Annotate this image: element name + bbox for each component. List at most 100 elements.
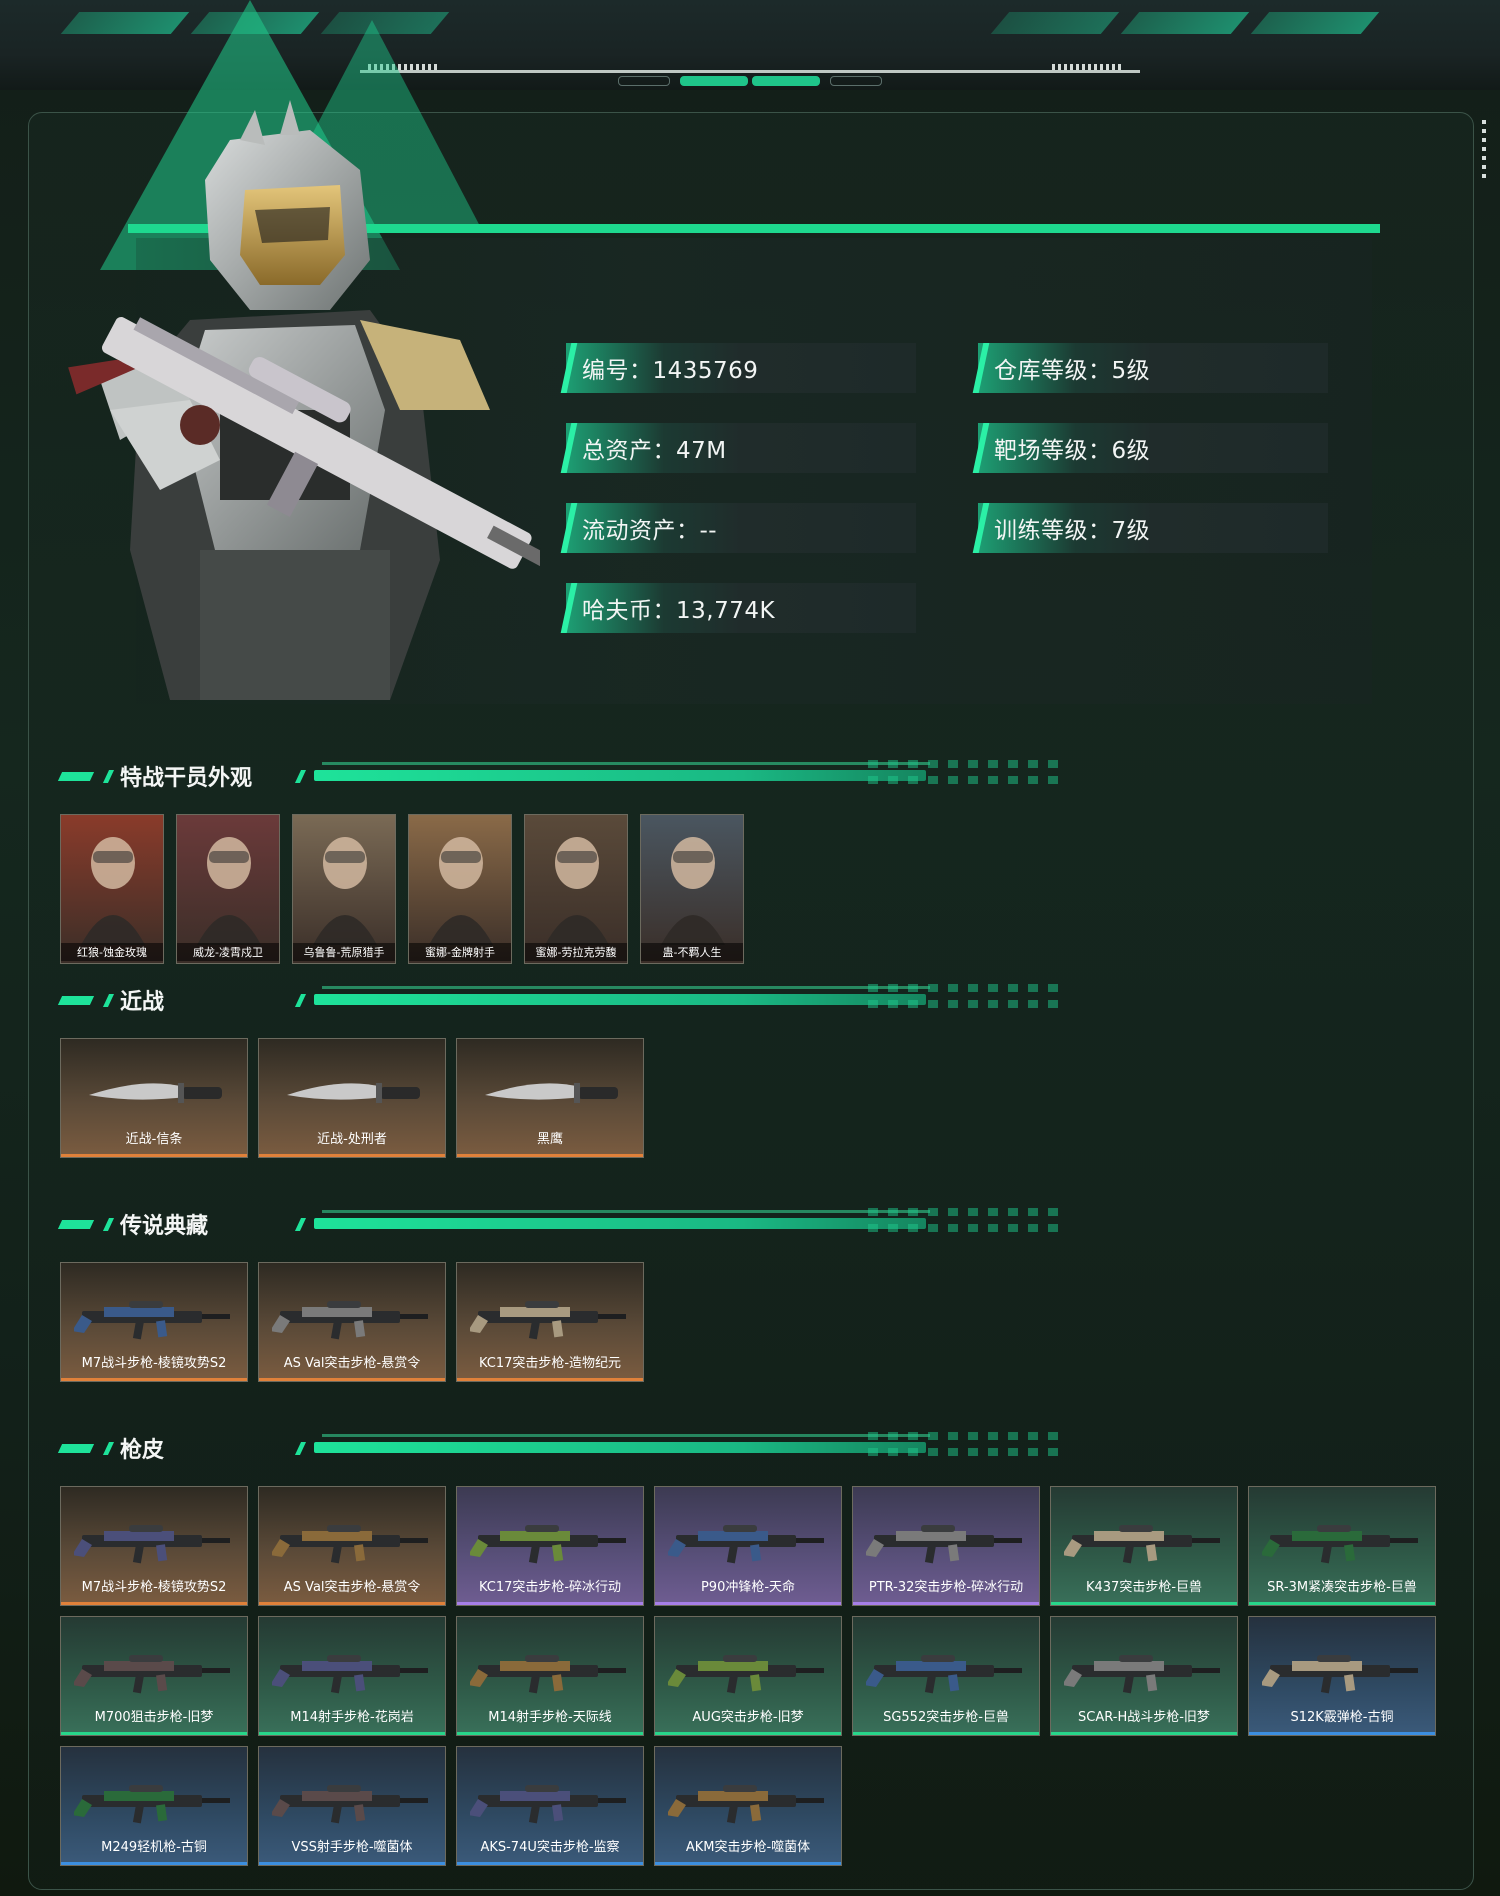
gun-skin-card[interactable]: S12K霰弹枪-古铜: [1248, 1616, 1436, 1736]
knife-image: [89, 1083, 222, 1104]
item-label: K437突击步枪-巨兽: [1085, 1580, 1203, 1595]
legend-card[interactable]: M7战斗步枪-棱镜攻势S2: [60, 1262, 248, 1382]
operator-portrait: [81, 837, 145, 945]
item-label: KC17突击步枪-碎冰行动: [478, 1580, 622, 1595]
stat-training: 训练等级：7级: [978, 503, 1328, 553]
rarity-bar: [259, 1154, 445, 1157]
section-title: 特战干员外观: [120, 766, 253, 791]
stat-warehouse: 仓库等级：5级: [978, 343, 1328, 393]
operator-avatar: [68, 100, 540, 700]
operator-skin-card[interactable]: 威龙-凌霄戍卫: [176, 814, 280, 964]
gun-image: [470, 1785, 626, 1824]
item-label: VSS射手步枪-噬菌体: [291, 1840, 413, 1855]
gun-skin-card[interactable]: P90冲锋枪-天命: [654, 1486, 842, 1606]
item-label: AS Val突击步枪-悬赏令: [283, 1580, 421, 1595]
item-label: M7战斗步枪-棱镜攻势S2: [81, 1356, 227, 1371]
section-header-legend: 传说典藏: [57, 1206, 1066, 1246]
gun-skin-card[interactable]: VSS射手步枪-噬菌体: [258, 1746, 446, 1866]
gun-skin-card[interactable]: M700狙击步枪-旧梦: [60, 1616, 248, 1736]
gun-image: [1064, 1525, 1220, 1564]
stat-liquid: 流动资产：--: [566, 503, 916, 553]
section-title: 传说典藏: [120, 1214, 209, 1239]
operator-portrait: [545, 837, 609, 945]
gun-image: [668, 1655, 824, 1694]
top-pill: [830, 76, 882, 86]
item-label: 乌鲁鲁-荒原猎手: [293, 943, 395, 961]
section-header-skins: 枪皮: [57, 1430, 1066, 1470]
item-label: 近战-信条: [125, 1132, 183, 1147]
item-label: 蛊-不羁人生: [641, 943, 743, 961]
rarity-bar: [61, 1732, 247, 1735]
gun-image: [1262, 1655, 1418, 1694]
rarity-bar: [259, 1862, 445, 1865]
rarity-bar: [457, 1862, 643, 1865]
item-label: 黑鹰: [536, 1132, 563, 1147]
item-label: 蜜娜-劳拉克劳馥: [525, 943, 627, 961]
stat-id-text: 编号：1435769: [582, 358, 759, 384]
legend-card[interactable]: AS Val突击步枪-悬赏令: [258, 1262, 446, 1382]
section-header-melee: 近战: [57, 982, 1066, 1022]
rarity-bar: [1051, 1732, 1237, 1735]
stat-coins-text: 哈夫币：13,774K: [582, 598, 776, 624]
item-label: AKS-74U突击步枪-监察: [480, 1840, 620, 1855]
gun-skin-card[interactable]: K437突击步枪-巨兽: [1050, 1486, 1238, 1606]
gun-skin-card[interactable]: AKS-74U突击步枪-监察: [456, 1746, 644, 1866]
operator-skin-card[interactable]: 乌鲁鲁-荒原猎手: [292, 814, 396, 964]
rarity-bar: [457, 1378, 643, 1381]
stat-total-assets-text: 总资产：47M: [582, 438, 727, 464]
item-label: 红狼-蚀金玫瑰: [61, 943, 163, 961]
gun-skin-card[interactable]: M249轻机枪-古铜: [60, 1746, 248, 1866]
operator-skin-card[interactable]: 红狼-蚀金玫瑰: [60, 814, 164, 964]
operator-skin-card[interactable]: 蜜娜-劳拉克劳馥: [524, 814, 628, 964]
operator-skin-card[interactable]: 蛊-不羁人生: [640, 814, 744, 964]
gun-skin-card[interactable]: SR-3M紧凑突击步枪-巨兽: [1248, 1486, 1436, 1606]
item-label: SR-3M紧凑突击步枪-巨兽: [1267, 1580, 1417, 1595]
melee-card[interactable]: 近战-信条: [60, 1038, 248, 1158]
gun-skin-card[interactable]: SCAR-H战斗步枪-旧梦: [1050, 1616, 1238, 1736]
rarity-bar: [655, 1732, 841, 1735]
gun-image: [470, 1655, 626, 1694]
rarity-bar: [259, 1732, 445, 1735]
rarity-bar: [853, 1602, 1039, 1605]
gun-skin-card[interactable]: M7战斗步枪-棱镜攻势S2: [60, 1486, 248, 1606]
item-label: AUG突击步枪-旧梦: [692, 1710, 804, 1725]
gun-skin-card[interactable]: M14射手步枪-天际线: [456, 1616, 644, 1736]
gun-image: [272, 1785, 428, 1824]
rarity-bar: [1249, 1732, 1435, 1735]
section-title: 枪皮: [120, 1438, 165, 1463]
gun-image: [668, 1785, 824, 1824]
melee-card[interactable]: 黑鹰: [456, 1038, 644, 1158]
gun-skin-card[interactable]: AUG突击步枪-旧梦: [654, 1616, 842, 1736]
rarity-bar: [61, 1378, 247, 1381]
rarity-bar: [655, 1602, 841, 1605]
operator-portrait: [661, 837, 725, 945]
scrollbar[interactable]: [1482, 120, 1486, 182]
operator-skin-card[interactable]: 蜜娜-金牌射手: [408, 814, 512, 964]
gun-image: [470, 1525, 626, 1564]
rarity-bar: [457, 1154, 643, 1157]
rarity-bar: [61, 1862, 247, 1865]
gun-image: [74, 1785, 230, 1824]
legend-card[interactable]: KC17突击步枪-造物纪元: [456, 1262, 644, 1382]
gun-skin-card[interactable]: M14射手步枪-花岗岩: [258, 1616, 446, 1736]
melee-card[interactable]: 近战-处刑者: [258, 1038, 446, 1158]
gun-skin-card[interactable]: PTR-32突击步枪-碎冰行动: [852, 1486, 1040, 1606]
stat-liquid-text: 流动资产：--: [582, 518, 718, 544]
item-label: M700狙击步枪-旧梦: [94, 1710, 214, 1725]
gun-skin-card[interactable]: SG552突击步枪-巨兽: [852, 1616, 1040, 1736]
gun-skin-card[interactable]: KC17突击步枪-碎冰行动: [456, 1486, 644, 1606]
top-pill-active: [752, 76, 820, 86]
stat-warehouse-text: 仓库等级：5级: [994, 358, 1151, 384]
stat-training-text: 训练等级：7级: [994, 518, 1151, 544]
gun-image: [272, 1301, 428, 1340]
gun-image: [74, 1525, 230, 1564]
gun-image: [866, 1525, 1022, 1564]
knife-image: [485, 1083, 618, 1104]
rarity-bar: [1051, 1602, 1237, 1605]
gun-image: [866, 1655, 1022, 1694]
rarity-bar: [61, 1602, 247, 1605]
item-label: M14射手步枪-花岗岩: [290, 1710, 414, 1725]
gun-skin-card[interactable]: AS Val突击步枪-悬赏令: [258, 1486, 446, 1606]
item-label: 蜜娜-金牌射手: [409, 943, 511, 961]
gun-skin-card[interactable]: AKM突击步枪-噬菌体: [654, 1746, 842, 1866]
